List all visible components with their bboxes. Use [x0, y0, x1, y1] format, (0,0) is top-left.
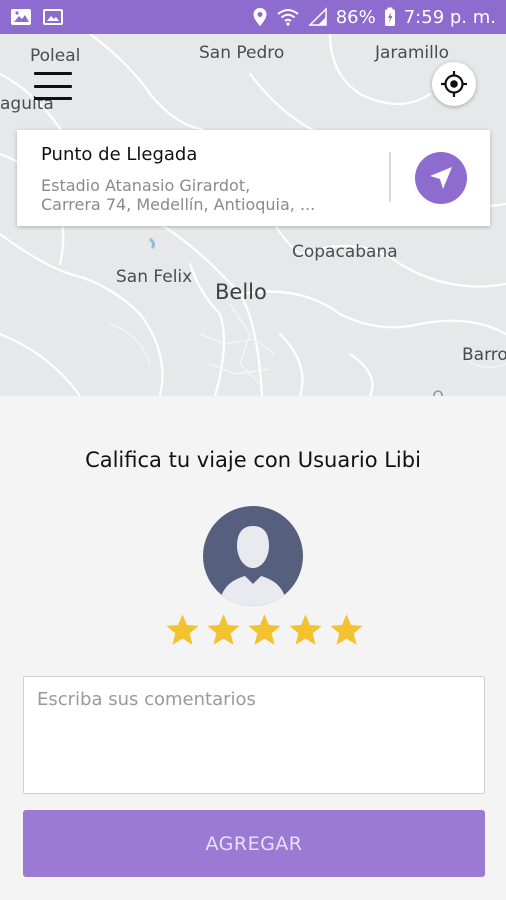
star-icon[interactable] — [328, 612, 365, 649]
photo-icon — [10, 7, 32, 27]
destination-address: Estadio Atanasio Girardot, Carrera 74, M… — [41, 176, 361, 214]
crosshair-icon — [441, 71, 467, 97]
battery-percent: 86% — [335, 6, 376, 28]
status-bar: 86% 7:59 p. m. — [0, 0, 506, 34]
wifi-icon — [276, 7, 300, 27]
map-label-poleal: Poleal — [30, 46, 81, 66]
map-label-san-pedro: San Pedro — [199, 43, 285, 63]
destination-title: Punto de Llegada — [41, 144, 198, 165]
user-silhouette-icon — [219, 526, 287, 606]
star-icon[interactable] — [164, 612, 201, 649]
status-right: 86% 7:59 p. m. — [252, 7, 496, 28]
menu-bar-top — [34, 72, 72, 75]
star-rating[interactable] — [164, 612, 365, 649]
signal-icon — [307, 7, 328, 27]
map-marker — [433, 390, 443, 396]
comment-input[interactable] — [23, 676, 485, 794]
map-label-san-felix: San Felix — [116, 267, 193, 287]
clock: 7:59 p. m. — [403, 6, 496, 28]
map-label-bello: Bello — [215, 280, 267, 304]
menu-button[interactable] — [34, 72, 72, 100]
rating-title: Califica tu viaje con Usuario Libi — [85, 448, 421, 472]
map-label-copacabana: Copacabana — [292, 242, 398, 262]
menu-bar-bottom — [34, 97, 72, 100]
rating-sheet: Califica tu viaje con Usuario Libi AGREG… — [0, 396, 506, 900]
battery-icon — [384, 7, 396, 27]
destination-address-line1: Estadio Atanasio Girardot, — [41, 176, 251, 195]
gallery-icon — [42, 7, 64, 27]
destination-card[interactable]: Punto de Llegada Estadio Atanasio Girard… — [17, 130, 490, 226]
status-left — [10, 7, 64, 27]
star-icon[interactable] — [205, 612, 242, 649]
menu-bar-middle — [34, 84, 72, 88]
avatar — [203, 506, 303, 606]
location-pin-icon — [252, 7, 268, 27]
destination-address-line2: Carrera 74, Medellín, Antioquia, ... — [41, 195, 316, 214]
navigation-arrow-icon — [430, 167, 452, 189]
navigate-button[interactable] — [415, 152, 467, 204]
map-label-jaramillo: Jaramillo — [375, 43, 449, 63]
star-icon[interactable] — [246, 612, 283, 649]
my-location-button[interactable] — [432, 62, 476, 106]
submit-button[interactable]: AGREGAR — [23, 810, 485, 877]
map-label-barro: Barro — [462, 345, 506, 365]
star-icon[interactable] — [287, 612, 324, 649]
divider — [389, 152, 391, 202]
